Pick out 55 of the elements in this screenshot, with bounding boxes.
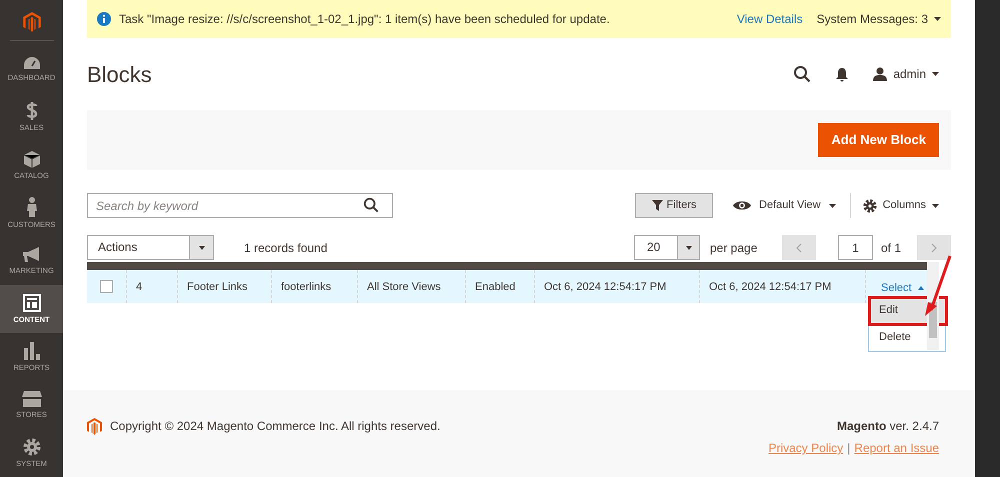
version-text: Magento ver. 2.4.7 <box>836 418 939 435</box>
gear-icon <box>862 198 877 212</box>
caret-icon <box>932 72 939 76</box>
caret-icon <box>198 246 204 250</box>
table-cell: Enabled <box>475 281 516 293</box>
megaphone-icon <box>22 247 42 263</box>
add-new-block-button[interactable]: Add New Block <box>818 123 939 157</box>
caret-icon <box>828 204 836 208</box>
funnel-icon <box>652 200 663 211</box>
records-count: 1 records found <box>244 240 328 256</box>
layout-icon <box>22 294 40 312</box>
caret-icon <box>934 17 941 21</box>
chevron-left-icon <box>796 242 802 252</box>
caret-icon <box>932 204 939 208</box>
view-details-link[interactable]: View Details <box>736 10 803 28</box>
person-icon <box>26 197 38 217</box>
page-title: Blocks <box>87 60 153 88</box>
page-number-field[interactable]: 1 <box>838 235 873 260</box>
per-page-dropdown[interactable]: 20 <box>634 235 700 260</box>
table-cell: footerlinks <box>281 281 332 293</box>
page-total: of 1 <box>881 240 902 256</box>
actions-dropdown[interactable]: Actions <box>87 235 214 260</box>
dollar-icon <box>26 102 38 120</box>
search-icon[interactable] <box>793 65 812 83</box>
storefront-icon <box>22 391 42 407</box>
gauge-icon <box>22 56 40 70</box>
copyright-text: Copyright © 2024 Magento Commerce Inc. All rights reserved. <box>110 418 442 433</box>
table-cell: 4 <box>136 281 142 293</box>
filters-button[interactable]: Filters <box>635 193 714 218</box>
search-field[interactable]: Search by keyword <box>87 193 393 218</box>
user-icon <box>873 67 888 81</box>
search-icon[interactable] <box>363 197 379 213</box>
notification-bell-icon[interactable] <box>835 66 850 82</box>
info-icon <box>97 12 111 26</box>
select-action-link[interactable]: Select <box>881 280 924 296</box>
table-cell: Oct 6, 2024 12:54:17 PM <box>544 281 666 293</box>
table-cell: All Store Views <box>367 281 441 293</box>
gear-icon <box>22 438 40 456</box>
chevron-right-icon <box>931 242 937 252</box>
eye-icon <box>733 200 752 211</box>
logo-icon <box>87 418 102 435</box>
row-checkbox[interactable] <box>100 280 113 293</box>
table-cell: Oct 6, 2024 12:54:17 PM <box>709 281 832 293</box>
system-messages-dropdown[interactable]: System Messages: 3 <box>816 10 941 28</box>
table-cell: Footer Links <box>187 281 248 293</box>
caret-icon <box>918 286 924 290</box>
caret-icon <box>686 246 692 250</box>
per-page-label: per page <box>710 240 758 256</box>
default-view-dropdown[interactable]: Default View <box>733 197 836 214</box>
user-menu[interactable]: admin <box>873 65 939 83</box>
box-icon <box>24 150 40 168</box>
columns-dropdown[interactable]: Columns <box>862 197 939 214</box>
separator: | <box>847 440 850 457</box>
notice-message: Task "Image resize: //s/c/screenshot_1-02_1.jpg": 1 item(s) have been scheduled for update. <box>119 11 611 28</box>
bar-chart-icon <box>24 342 40 360</box>
